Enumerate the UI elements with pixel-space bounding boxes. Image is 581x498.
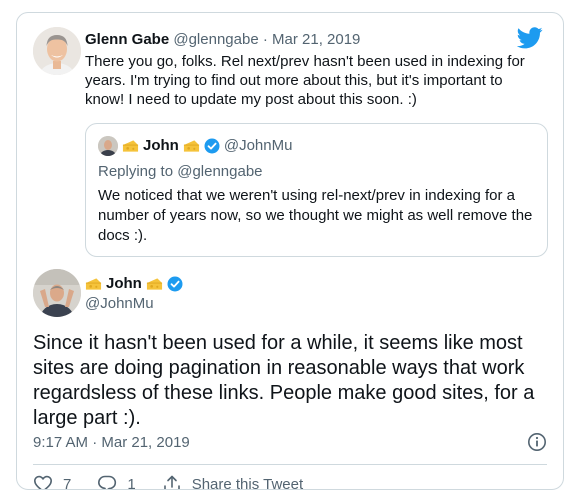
share-label: Share this Tweet: [191, 475, 304, 490]
main-tweet-text: Since it hasn't been used for a while, i…: [33, 332, 535, 429]
reply-icon: [98, 475, 117, 489]
info-icon[interactable]: [527, 432, 547, 452]
like-count: 7: [63, 475, 72, 490]
parent-tweet-header: Glenn Gabe @glenngabe · Mar 21, 2019: [85, 31, 360, 49]
main-tweet-timestamp[interactable]: 9:17 AM · Mar 21, 2019: [33, 434, 190, 452]
tweet-embed-card: Glenn Gabe @glenngabe · Mar 21, 2019 The…: [16, 12, 564, 490]
john-small-avatar: [98, 136, 118, 156]
share-button[interactable]: Share this Tweet: [162, 474, 304, 490]
quoted-tweet-text: We noticed that we weren't using rel-nex…: [98, 187, 533, 244]
parent-author-handle[interactable]: @glenngabe: [173, 31, 258, 48]
tweet-actions: 7 1 Share this Tweet: [33, 474, 329, 490]
verified-badge-icon: [204, 138, 220, 154]
cheese-icon: [122, 140, 139, 152]
person-photo-icon: [33, 269, 81, 317]
main-author-handle[interactable]: @JohnMu: [85, 295, 154, 313]
verified-badge-icon: [167, 276, 183, 292]
parent-tweet-text: There you go, folks. Rel next/prev hasn'…: [85, 53, 525, 108]
main-tweet-author-line: John: [85, 274, 183, 294]
glenn-avatar[interactable]: [33, 27, 81, 75]
main-author-name[interactable]: John: [106, 274, 142, 294]
quoted-tweet-header: John @JohnMu: [98, 136, 292, 156]
parent-author-name[interactable]: Glenn Gabe: [85, 31, 169, 48]
twitter-bird-icon[interactable]: [517, 27, 543, 49]
cheese-icon: [183, 140, 199, 152]
quoted-author-name[interactable]: John: [143, 136, 179, 156]
reply-count: 1: [127, 475, 136, 490]
reply-button[interactable]: 1: [97, 474, 136, 490]
parent-separator: ·: [262, 31, 268, 48]
john-avatar[interactable]: [33, 269, 81, 317]
person-photo-icon: [33, 27, 81, 75]
quoted-author-handle[interactable]: @JohnMu: [224, 136, 293, 156]
quoted-tweet[interactable]: John @JohnMu Replying to @glenngabe We n…: [85, 123, 548, 257]
parent-date[interactable]: Mar 21, 2019: [272, 31, 360, 48]
heart-icon: [34, 475, 52, 489]
actions-divider: [33, 464, 547, 465]
share-icon: [163, 475, 180, 489]
replying-to-label[interactable]: Replying to @glenngabe: [98, 162, 263, 182]
cheese-icon: [146, 278, 162, 290]
like-button[interactable]: 7: [33, 474, 72, 490]
cheese-icon: [85, 278, 102, 290]
